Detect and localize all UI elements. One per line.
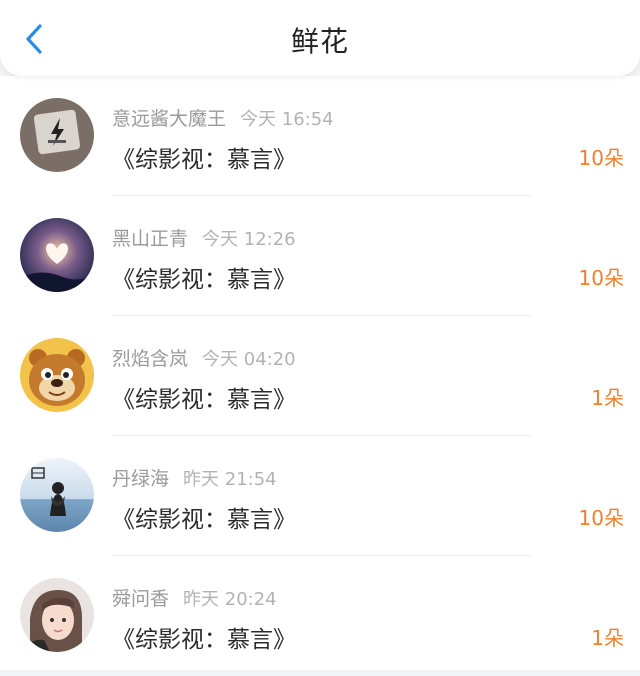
book-title[interactable]: 《综影视：慕言》 [112, 620, 296, 654]
timestamp: 今天 04:20 [202, 349, 296, 370]
avatar-icon [20, 578, 94, 652]
user-name[interactable]: 丹绿海 [112, 468, 169, 490]
list-item[interactable]: 意远酱大魔王 今天 16:54 《综影视：慕言》 10朵 [0, 76, 640, 196]
list-item[interactable]: 丹绿海 昨天 21:54 《综影视：慕言》 10朵 [0, 436, 640, 556]
book-title[interactable]: 《综影视：慕言》 [112, 260, 296, 294]
user-name[interactable]: 意远酱大魔王 [112, 108, 226, 130]
avatar[interactable] [20, 458, 94, 532]
flower-record-list: 意远酱大魔王 今天 16:54 《综影视：慕言》 10朵 黑山正青 今天 12:… [0, 76, 640, 670]
timestamp: 昨天 21:54 [183, 469, 277, 490]
timestamp: 今天 16:54 [240, 109, 334, 130]
avatar-icon [20, 458, 94, 532]
list-item[interactable]: 烈焰含岚 今天 04:20 《综影视：慕言》 1朵 [0, 316, 640, 436]
avatar[interactable] [20, 578, 94, 652]
list-item[interactable]: 舜问香 昨天 20:24 《综影视：慕言》 1朵 [0, 556, 640, 676]
flower-count: 10朵 [578, 506, 624, 530]
user-name[interactable]: 烈焰含岚 [112, 348, 188, 370]
flower-count: 10朵 [578, 266, 624, 290]
avatar-icon [20, 338, 94, 412]
avatar-icon [20, 98, 94, 172]
avatar-icon [20, 218, 94, 292]
avatar[interactable] [20, 218, 94, 292]
flower-count: 1朵 [591, 626, 624, 650]
top-nav-bar: 鲜花 [0, 0, 640, 76]
avatar[interactable] [20, 98, 94, 172]
list-item[interactable]: 黑山正青 今天 12:26 《综影视：慕言》 10朵 [0, 196, 640, 316]
avatar[interactable] [20, 338, 94, 412]
timestamp: 昨天 20:24 [183, 589, 277, 610]
flower-count: 10朵 [578, 146, 624, 170]
page-title: 鲜花 [290, 25, 349, 58]
book-title[interactable]: 《综影视：慕言》 [112, 380, 296, 414]
timestamp: 今天 12:26 [202, 229, 296, 250]
user-name[interactable]: 黑山正青 [112, 228, 188, 250]
book-title[interactable]: 《综影视：慕言》 [112, 500, 296, 534]
user-name[interactable]: 舜问香 [112, 588, 169, 610]
flower-count: 1朵 [591, 386, 624, 410]
book-title[interactable]: 《综影视：慕言》 [112, 140, 296, 174]
